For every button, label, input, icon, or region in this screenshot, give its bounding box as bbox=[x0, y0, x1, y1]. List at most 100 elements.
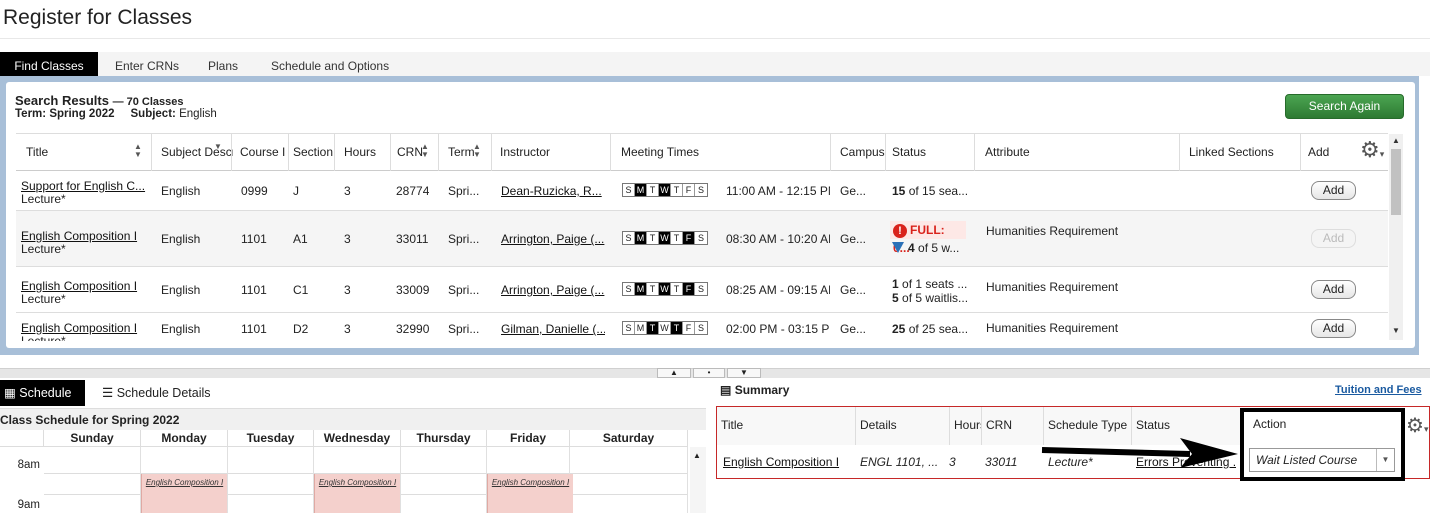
hours: 3 bbox=[344, 322, 351, 336]
sum-col-title[interactable]: Title bbox=[717, 407, 855, 445]
sum-col-crn[interactable]: CRN bbox=[982, 407, 1043, 445]
term-label: Term: bbox=[15, 108, 47, 120]
calendar-event-friday[interactable]: English Composition I bbox=[487, 474, 573, 513]
meeting-time: 02:00 PM - 03:15 PM bbox=[726, 322, 830, 336]
col-instructor[interactable]: Instructor bbox=[495, 134, 610, 171]
scroll-up-icon[interactable]: ▲ bbox=[690, 447, 706, 460]
col-attribute[interactable]: Attribute bbox=[980, 134, 1170, 171]
calendar-scrollbar[interactable]: ▲ bbox=[690, 447, 706, 513]
course-title-link[interactable]: English Composition I bbox=[21, 321, 149, 335]
day-box: W bbox=[659, 184, 671, 196]
instructor-link[interactable]: Dean-Ruzicka, R... bbox=[501, 184, 605, 198]
col-meeting-times[interactable]: Meeting Times bbox=[616, 134, 826, 171]
day-box: M bbox=[635, 283, 647, 295]
day-box: W bbox=[659, 322, 671, 334]
add-button[interactable]: Add bbox=[1311, 280, 1356, 299]
sort-icon[interactable]: ▲ ▼ bbox=[473, 143, 481, 159]
action-select-value: Wait Listed Course bbox=[1256, 453, 1358, 467]
list-icon: ☰ bbox=[102, 386, 114, 400]
day-box: F bbox=[683, 184, 695, 196]
day-box: S bbox=[623, 184, 635, 196]
day-box: T bbox=[671, 184, 683, 196]
sort-icon[interactable]: ▼ bbox=[214, 143, 222, 151]
day-box: S bbox=[695, 232, 707, 244]
col-status[interactable]: Status bbox=[887, 134, 972, 171]
course-title-link[interactable]: English Composition I bbox=[21, 279, 149, 293]
col-title[interactable]: Title bbox=[21, 134, 151, 171]
tab-find-classes[interactable]: Find Classes bbox=[0, 52, 98, 76]
status: 1 of 1 seats ... bbox=[892, 277, 972, 291]
course-number: 0999 bbox=[241, 184, 268, 198]
tuition-and-fees-link[interactable]: Tuition and Fees bbox=[1335, 384, 1422, 396]
crn: 33009 bbox=[396, 283, 430, 297]
add-button[interactable]: Add bbox=[1311, 319, 1356, 338]
sum-col-details[interactable]: Details bbox=[856, 407, 950, 445]
subject: English bbox=[161, 283, 201, 297]
course-title-link[interactable]: Support for English C... bbox=[21, 179, 149, 193]
search-results-heading: Search Results — 70 Classes bbox=[15, 93, 184, 108]
col-add[interactable]: Add bbox=[1303, 134, 1343, 171]
results-heading-text: Search Results bbox=[15, 93, 109, 108]
day-column bbox=[44, 447, 141, 513]
tab-schedule[interactable]: ▦ Schedule bbox=[0, 380, 85, 406]
col-hours[interactable]: Hours bbox=[339, 134, 389, 171]
hours: 3 bbox=[344, 232, 351, 246]
tab-schedule-and-options[interactable]: Schedule and Options bbox=[271, 52, 389, 76]
gear-icon[interactable]: ⚙▾ bbox=[1406, 413, 1428, 438]
instructor-link[interactable]: Arrington, Paige (... bbox=[501, 283, 605, 297]
col-term[interactable]: Term bbox=[443, 134, 493, 171]
scroll-down-icon[interactable]: ▼ bbox=[1392, 327, 1400, 335]
gear-icon[interactable]: ⚙▾ bbox=[1360, 139, 1384, 165]
subject-label: Subject: bbox=[130, 108, 176, 120]
col-subject[interactable]: Subject Descr bbox=[156, 134, 233, 171]
col-crn[interactable]: CRN bbox=[392, 134, 438, 171]
col-section[interactable]: Section bbox=[288, 134, 334, 171]
day-box: T bbox=[671, 283, 683, 295]
divider bbox=[0, 38, 1430, 39]
day-column bbox=[228, 447, 314, 513]
calendar-corner bbox=[0, 430, 44, 447]
meeting-days: SMTWTFS bbox=[622, 231, 708, 245]
course-number: 1101 bbox=[241, 283, 267, 297]
day-header-friday: Friday bbox=[487, 430, 570, 447]
chevron-down-icon[interactable]: ▼ bbox=[1376, 449, 1394, 471]
sort-icon[interactable]: ▲ ▼ bbox=[421, 143, 429, 159]
calendar-event-monday[interactable]: English Composition I bbox=[141, 474, 227, 513]
term: Spri... bbox=[448, 322, 480, 336]
scroll-up-icon[interactable]: ▲ bbox=[1392, 137, 1400, 145]
annotation-arrow-icon bbox=[1041, 438, 1238, 468]
tab-schedule-details[interactable]: ☰ Schedule Details bbox=[102, 380, 211, 406]
course-title-link[interactable]: English Composition I bbox=[21, 229, 149, 243]
sort-icon[interactable]: ▲ ▼ bbox=[134, 143, 142, 159]
summary-title-text: Summary bbox=[734, 383, 790, 397]
add-button[interactable]: Add bbox=[1311, 181, 1356, 200]
splitter-up-button[interactable]: ▲ bbox=[657, 368, 691, 378]
day-header-monday: Monday bbox=[141, 430, 228, 447]
day-box: T bbox=[671, 232, 683, 244]
splitter-center-button[interactable]: • bbox=[693, 368, 725, 378]
instructor-link[interactable]: Gilman, Danielle (... bbox=[501, 322, 605, 336]
splitter-down-button[interactable]: ▼ bbox=[727, 368, 761, 378]
status-text: of 1 seats ... bbox=[898, 277, 968, 291]
col-linked-sections[interactable]: Linked Sections bbox=[1184, 134, 1294, 171]
scrollbar-thumb[interactable] bbox=[1391, 149, 1401, 215]
instructor-link[interactable]: Arrington, Paige (... bbox=[501, 232, 605, 246]
tab-plans[interactable]: Plans bbox=[208, 52, 238, 76]
hours: 3 bbox=[344, 184, 351, 198]
summary-course-link[interactable]: English Composition I bbox=[723, 445, 855, 479]
waitlist-status: 4 of 5 w... bbox=[892, 241, 972, 255]
action-select[interactable]: Wait Listed Course ▼ bbox=[1249, 448, 1395, 472]
main-tabs: Find Classes Enter CRNs Plans Schedule a… bbox=[0, 52, 1430, 76]
col-campus[interactable]: Campus bbox=[835, 134, 885, 171]
day-box: S bbox=[695, 322, 707, 334]
col-course[interactable]: Course I bbox=[235, 134, 289, 171]
day-column bbox=[570, 447, 688, 513]
meeting-days: SMTWTFS bbox=[622, 282, 708, 296]
status: 15 of 15 sea... bbox=[892, 184, 972, 198]
calendar-event-wednesday[interactable]: English Composition I bbox=[314, 474, 400, 513]
day-box: M bbox=[635, 322, 647, 334]
sum-col-hours[interactable]: Hours bbox=[950, 407, 983, 445]
tab-enter-crns[interactable]: Enter CRNs bbox=[115, 52, 179, 76]
day-header-saturday: Saturday bbox=[570, 430, 688, 447]
search-again-button[interactable]: Search Again bbox=[1285, 94, 1404, 119]
